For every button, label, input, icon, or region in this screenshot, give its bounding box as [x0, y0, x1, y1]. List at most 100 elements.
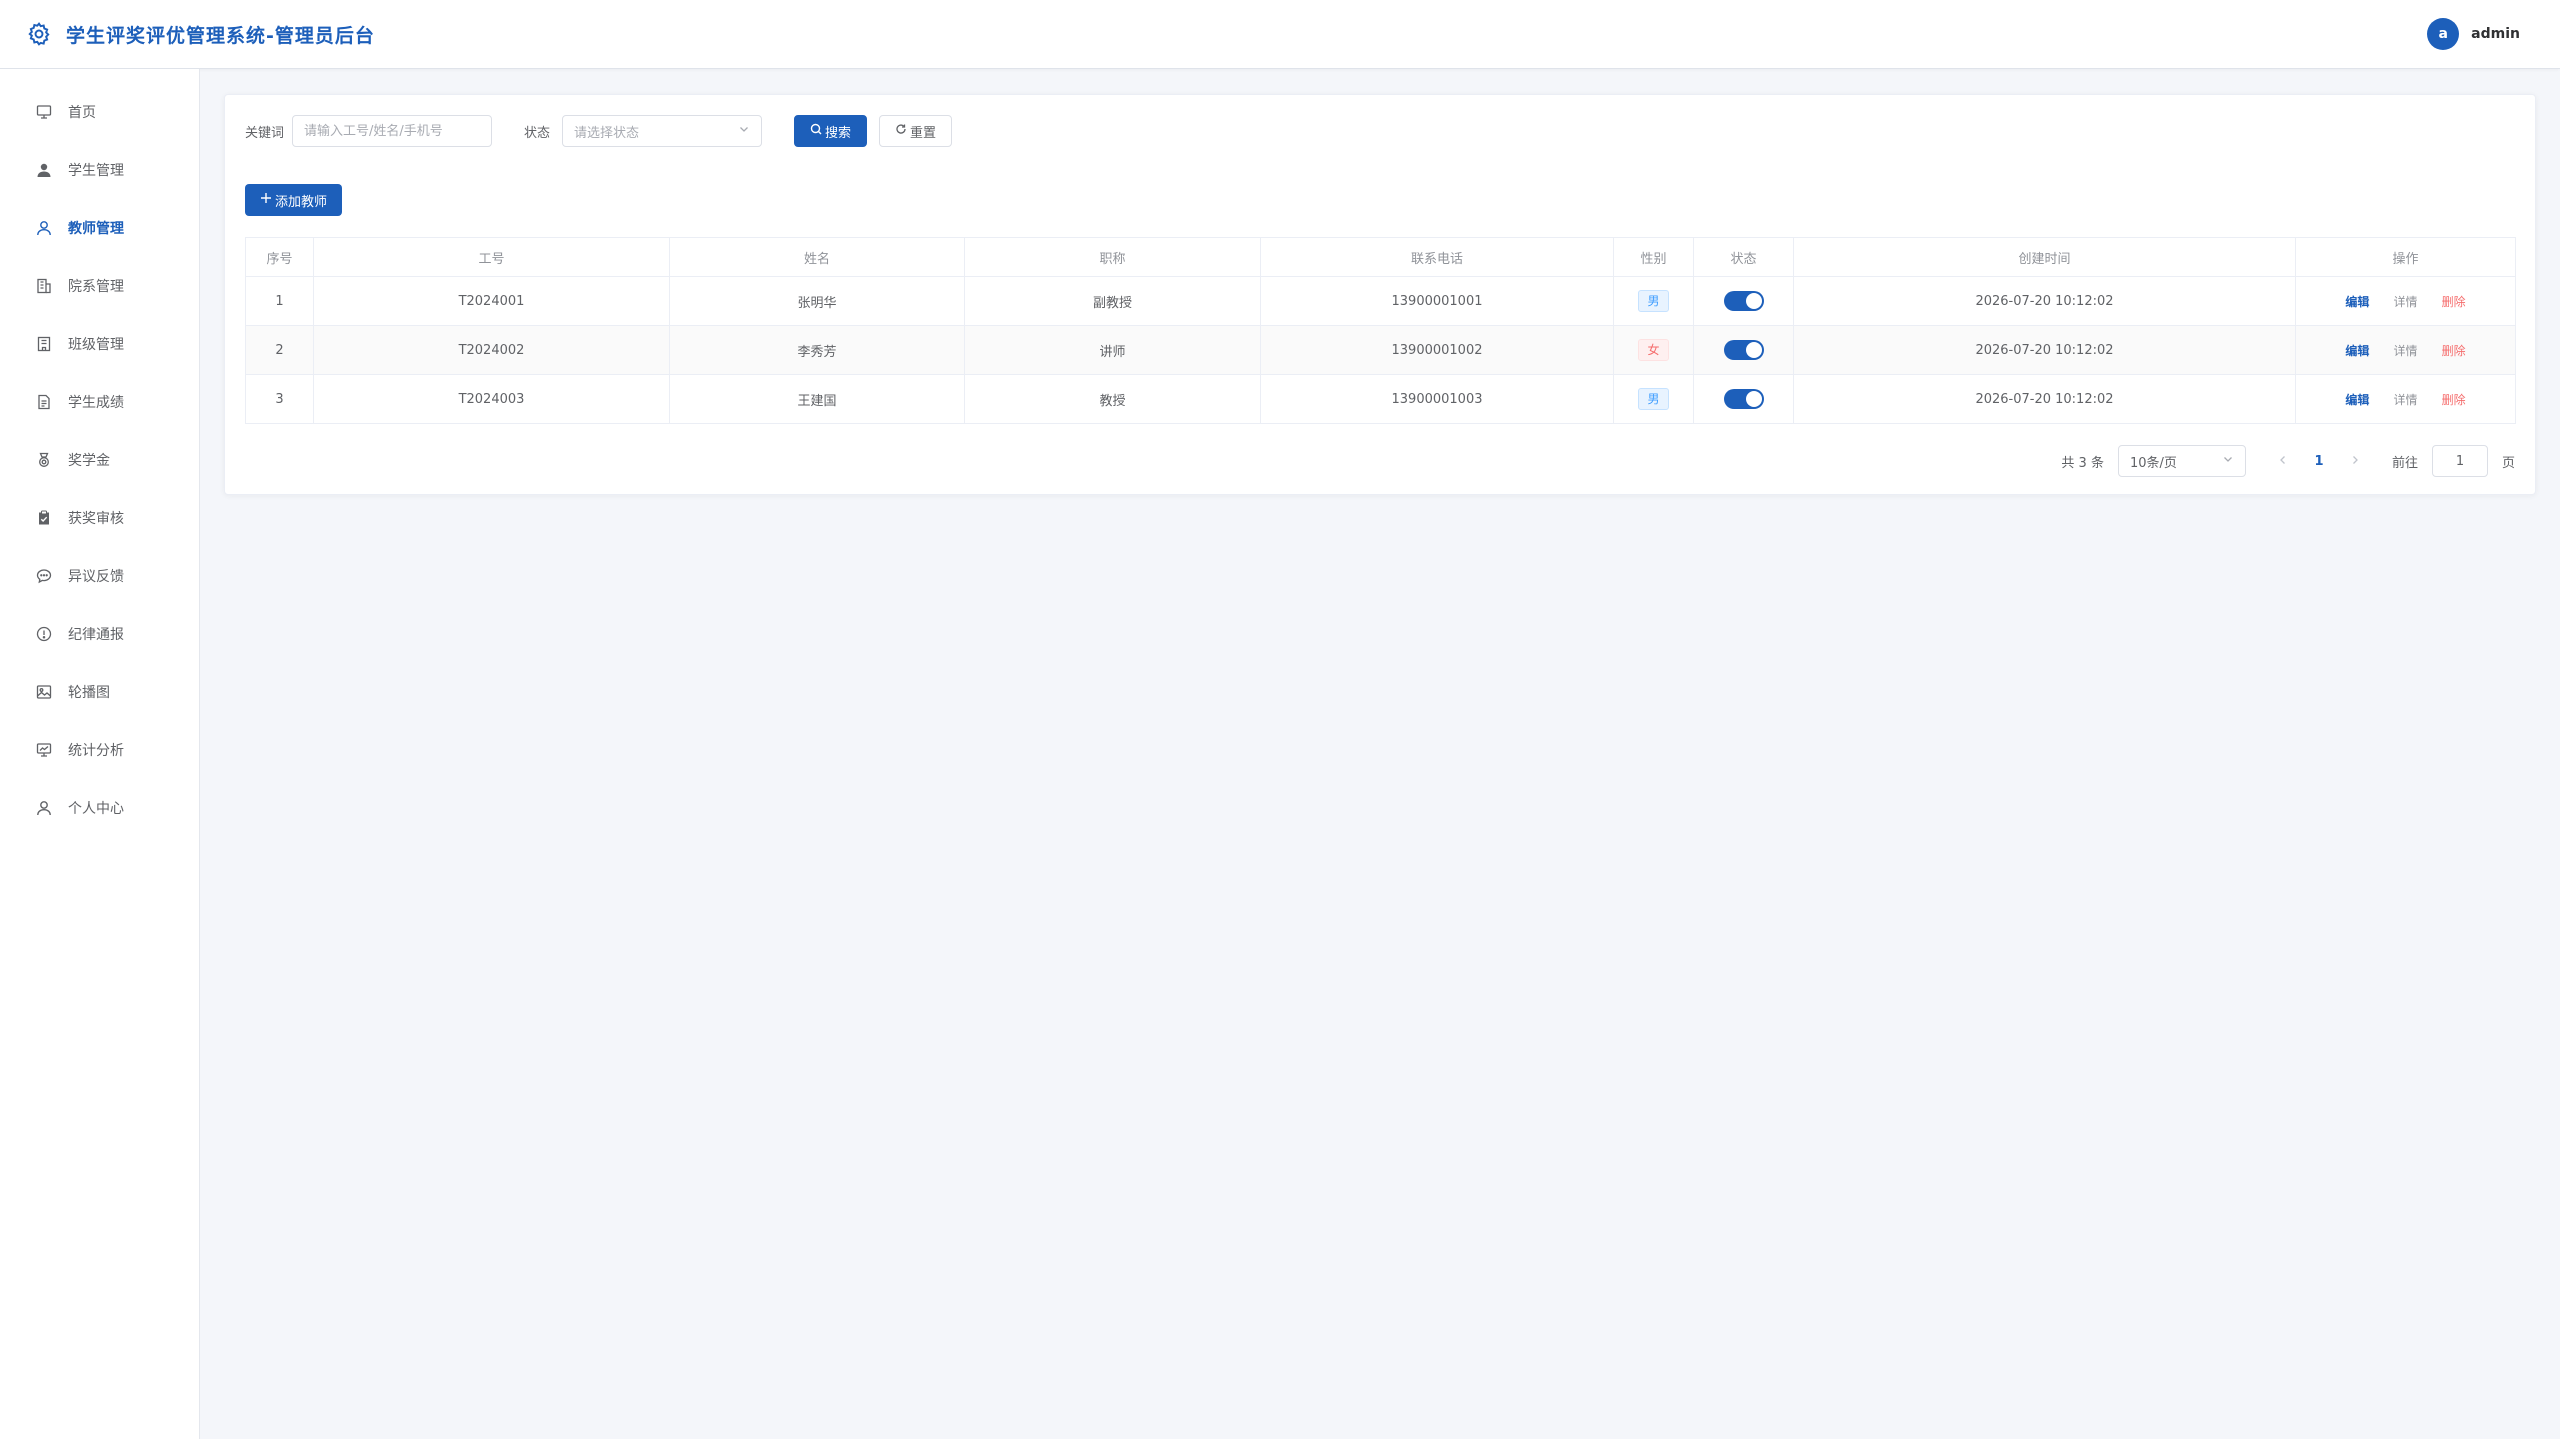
- edit-link[interactable]: 编辑: [2345, 344, 2369, 358]
- goto-label: 前往: [2391, 455, 2418, 471]
- document-icon: [36, 394, 52, 410]
- column-header: 状态: [1693, 237, 1794, 277]
- warning-icon: [36, 626, 52, 642]
- teacher-management-card: 关键词 状态 请选择状态 搜索 重置 添加教师: [224, 94, 2536, 495]
- cell-phone: 13900001002: [1260, 325, 1614, 375]
- sidebar-item-feedback[interactable]: 异议反馈: [0, 547, 199, 605]
- delete-link[interactable]: 删除: [2442, 393, 2466, 407]
- office-icon: [36, 336, 52, 352]
- cell-title: 讲师: [964, 325, 1261, 375]
- cell-phone: 13900001003: [1260, 374, 1614, 424]
- delete-link[interactable]: 删除: [2442, 295, 2466, 309]
- page-suffix: 页: [2501, 455, 2515, 471]
- column-header: 联系电话: [1260, 237, 1614, 277]
- reset-button[interactable]: 重置: [879, 115, 953, 147]
- table-row: 1 T2024001 张明华 副教授 13900001001 男 2026-07…: [245, 276, 2516, 326]
- gender-tag: 男: [1638, 290, 1669, 312]
- add-teacher-label: 添加教师: [275, 194, 328, 210]
- sidebar-item-label: 教师管理: [68, 221, 124, 237]
- sidebar-item-teachers[interactable]: 教师管理: [0, 199, 199, 257]
- search-icon: [810, 123, 822, 139]
- next-page-button[interactable]: [2344, 454, 2366, 469]
- keyword-input[interactable]: [292, 115, 493, 147]
- cell-created: 2026-07-20 10:12:02: [1793, 374, 2296, 424]
- sidebar-item-classes[interactable]: 班级管理: [0, 315, 199, 373]
- user-menu[interactable]: a admin: [2427, 18, 2520, 50]
- page-number[interactable]: 1: [2308, 454, 2330, 469]
- sidebar-item-grades[interactable]: 学生成绩: [0, 373, 199, 431]
- monitor-icon: [36, 104, 52, 120]
- status-switch[interactable]: [1723, 389, 1764, 409]
- medal-icon: [36, 452, 52, 468]
- chevron-down-icon: [2222, 453, 2234, 469]
- sidebar-item-label: 学生成绩: [68, 395, 124, 411]
- gear-icon: [26, 21, 52, 47]
- refresh-icon: [895, 123, 907, 139]
- sidebar-item-label: 获奖审核: [68, 511, 124, 527]
- edit-link[interactable]: 编辑: [2345, 295, 2369, 309]
- sidebar-item-students[interactable]: 学生管理: [0, 141, 199, 199]
- brand: 学生评奖评优管理系统-管理员后台: [26, 21, 375, 48]
- prev-page-button[interactable]: [2272, 454, 2294, 469]
- status-select-placeholder: 请选择状态: [574, 125, 640, 141]
- table-header-row: 序号 工号 姓名 职称 联系电话 性别 状态 创建时间 操作: [245, 237, 2516, 277]
- sidebar-item-label: 学生管理: [68, 163, 124, 179]
- sidebar-item-discipline[interactable]: 纪律通报: [0, 605, 199, 663]
- cell-actions: 编辑 详情 删除: [2295, 325, 2516, 375]
- sidebar-item-label: 纪律通报: [68, 627, 124, 643]
- sidebar-item-carousel[interactable]: 轮播图: [0, 663, 199, 721]
- cell-name: 张明华: [669, 276, 965, 326]
- sidebar-item-departments[interactable]: 院系管理: [0, 257, 199, 315]
- filter-bar: 关键词 状态 请选择状态 搜索 重置: [245, 115, 953, 147]
- cell-phone: 13900001001: [1260, 276, 1614, 326]
- column-header: 姓名: [669, 237, 965, 277]
- pagination-total: 共 3 条: [2061, 455, 2104, 471]
- page-size-select[interactable]: 10条/页: [2117, 445, 2246, 477]
- detail-link[interactable]: 详情: [2393, 344, 2417, 358]
- gender-tag: 男: [1638, 388, 1669, 410]
- gender-tag: 女: [1638, 339, 1669, 361]
- status-switch[interactable]: [1723, 340, 1764, 360]
- avatar[interactable]: a: [2427, 18, 2460, 50]
- sidebar-item-award-review[interactable]: 获奖审核: [0, 489, 199, 547]
- cell-title: 教授: [964, 374, 1261, 424]
- edit-link[interactable]: 编辑: [2345, 393, 2369, 407]
- sidebar-item-statistics[interactable]: 统计分析: [0, 721, 199, 779]
- status-switch[interactable]: [1723, 291, 1764, 311]
- cell-title: 副教授: [964, 276, 1261, 326]
- sidebar-item-label: 班级管理: [68, 337, 124, 353]
- page-size-value: 10条/页: [2129, 455, 2177, 471]
- sidebar-item-scholarship[interactable]: 奖学金: [0, 431, 199, 489]
- sidebar-item-label: 个人中心: [68, 801, 124, 817]
- sidebar-item-label: 首页: [68, 105, 96, 121]
- sidebar-item-label: 统计分析: [68, 743, 124, 759]
- sidebar: 首页 学生管理 教师管理 院系管理 班级管理 学生成绩 奖学金 获奖审核 异议反…: [0, 69, 200, 1439]
- search-button[interactable]: 搜索: [794, 115, 868, 147]
- cell-actions: 编辑 详情 删除: [2295, 374, 2516, 424]
- cell-created: 2026-07-20 10:12:02: [1793, 325, 2296, 375]
- column-header: 创建时间: [1793, 237, 2296, 277]
- sidebar-item-profile[interactable]: 个人中心: [0, 779, 199, 837]
- sidebar-item-label: 院系管理: [68, 279, 124, 295]
- username[interactable]: admin: [2471, 26, 2520, 42]
- column-header: 序号: [245, 237, 314, 277]
- detail-link[interactable]: 详情: [2393, 295, 2417, 309]
- column-header: 工号: [313, 237, 670, 277]
- cell-index: 2: [245, 325, 314, 375]
- add-teacher-button[interactable]: 添加教师: [245, 184, 343, 216]
- cell-actions: 编辑 详情 删除: [2295, 276, 2516, 326]
- cell-gender: 男: [1613, 374, 1694, 424]
- chevron-down-icon: [738, 123, 750, 139]
- delete-link[interactable]: 删除: [2442, 344, 2466, 358]
- reset-button-label: 重置: [910, 125, 937, 141]
- app-header: 学生评奖评优管理系统-管理员后台 a admin: [0, 0, 2560, 69]
- column-header: 操作: [2295, 237, 2516, 277]
- status-select[interactable]: 请选择状态: [562, 115, 763, 147]
- sidebar-item-home[interactable]: 首页: [0, 83, 199, 141]
- goto-page-input[interactable]: [2431, 445, 2488, 477]
- cell-index: 3: [245, 374, 314, 424]
- cell-status: [1693, 276, 1794, 326]
- detail-link[interactable]: 详情: [2393, 393, 2417, 407]
- column-header: 职称: [964, 237, 1261, 277]
- cell-id: T2024001: [313, 276, 670, 326]
